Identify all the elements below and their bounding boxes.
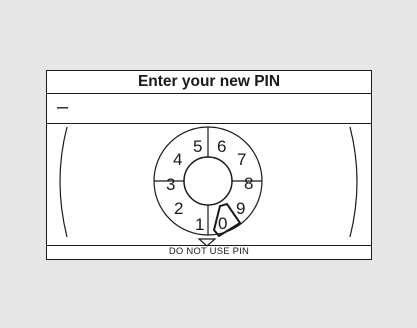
dial-digit-1[interactable]: 1 [195, 215, 204, 234]
dial-digit-9[interactable]: 9 [236, 199, 245, 218]
dial-digit-6[interactable]: 6 [217, 137, 226, 156]
left-side-arc [59, 126, 68, 238]
background: Enter your new PIN – 0 1 2 3 4 5 6 7 8 9… [0, 0, 417, 328]
right-side-arc [349, 126, 358, 238]
pin-entry-screen: Enter your new PIN – 0 1 2 3 4 5 6 7 8 9… [46, 70, 372, 260]
do-not-use-pin-option[interactable]: DO NOT USE PIN [47, 245, 371, 259]
dial-digit-8[interactable]: 8 [244, 174, 253, 193]
dial-digit-7[interactable]: 7 [237, 150, 246, 169]
dial-center-button[interactable] [183, 156, 233, 206]
dial-digit-4[interactable]: 4 [173, 150, 182, 169]
pin-dial: 0 1 2 3 4 5 6 7 8 9 [59, 126, 358, 247]
dial-digit-0[interactable]: 0 [218, 214, 227, 233]
dial-digit-2[interactable]: 2 [174, 199, 183, 218]
dial-digit-5[interactable]: 5 [193, 137, 202, 156]
dial-digit-3[interactable]: 3 [166, 175, 175, 194]
